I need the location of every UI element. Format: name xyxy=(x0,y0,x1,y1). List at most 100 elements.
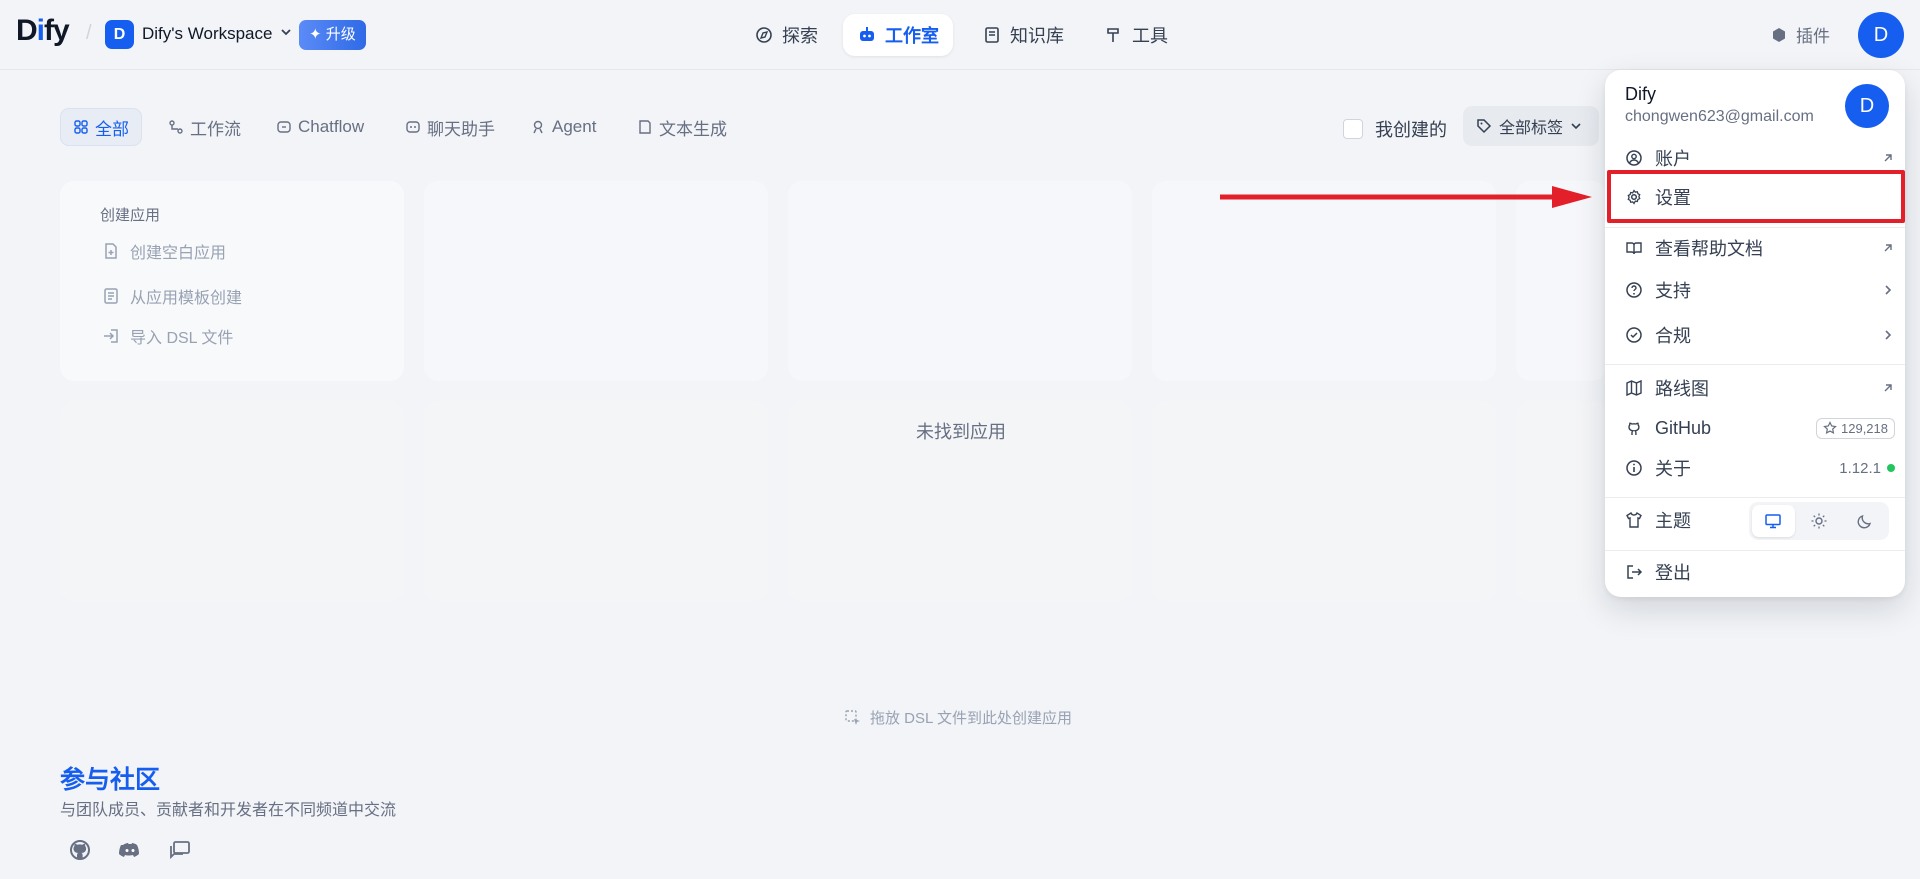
theme-toggle-group xyxy=(1749,502,1889,540)
annotation-arrow xyxy=(1220,186,1592,208)
info-icon xyxy=(1626,460,1642,476)
theme-light-button[interactable] xyxy=(1798,505,1841,537)
menu-item-theme-label: 主题 xyxy=(1655,511,1691,531)
menu-divider xyxy=(1605,497,1905,498)
created-by-me-label: 我创建的 xyxy=(1375,120,1447,140)
check-circle-icon xyxy=(1626,327,1642,343)
menu-item-about[interactable]: 关于 1.12.1 xyxy=(1625,454,1895,482)
tab-chat-assistant-label: 聊天助手 xyxy=(427,119,495,139)
github-icon xyxy=(1628,422,1640,435)
dsl-drop-hint: 拖放 DSL 文件到此处创建应用 xyxy=(844,707,1072,728)
sun-icon xyxy=(1811,513,1827,529)
nav-tools-label: 工具 xyxy=(1132,26,1168,46)
nav-studio[interactable]: 工作室 xyxy=(843,14,953,56)
app-card-placeholder xyxy=(60,401,404,601)
tab-text-generation-label: 文本生成 xyxy=(659,119,727,139)
theme-system-button[interactable] xyxy=(1752,505,1795,537)
menu-item-docs[interactable]: 查看帮助文档 xyxy=(1625,234,1895,262)
discord-icon[interactable] xyxy=(118,838,142,862)
create-app-title: 创建应用 xyxy=(100,207,161,224)
created-by-me-checkbox[interactable] xyxy=(1343,119,1363,139)
tab-all[interactable]: 全部 xyxy=(60,108,142,146)
app-card-placeholder xyxy=(1516,401,1606,601)
menu-divider xyxy=(1605,550,1905,551)
account-dropdown-menu: Dify chongwen623@gmail.com D 账户 设置 查看帮助文… xyxy=(1605,70,1905,597)
breadcrumb-separator: / xyxy=(86,22,92,44)
tab-agent[interactable]: Agent xyxy=(518,108,608,146)
tab-text-generation[interactable]: 文本生成 xyxy=(625,108,739,146)
github-stars-badge: 129,218 xyxy=(1816,417,1895,439)
nav-tools[interactable]: 工具 xyxy=(1090,14,1182,56)
help-circle-icon xyxy=(1626,282,1642,298)
menu-user-email: chongwen623@gmail.com xyxy=(1625,108,1814,125)
upgrade-button[interactable]: ✦ 升级 xyxy=(299,20,366,50)
create-blank-app-label: 创建空白应用 xyxy=(130,245,227,262)
monitor-icon xyxy=(1765,514,1782,529)
external-link-icon xyxy=(1884,384,1892,392)
chevron-down-icon[interactable] xyxy=(278,24,294,40)
app-card-placeholder xyxy=(424,181,768,381)
menu-item-docs-label: 查看帮助文档 xyxy=(1655,239,1763,259)
forum-icon[interactable] xyxy=(168,838,192,862)
nav-knowledge-label: 知识库 xyxy=(1010,26,1064,46)
robot-icon xyxy=(860,27,874,41)
menu-divider xyxy=(1605,227,1905,228)
menu-item-about-label: 关于 xyxy=(1655,459,1691,479)
menu-item-support[interactable]: 支持 xyxy=(1625,276,1895,304)
star-icon xyxy=(1823,421,1837,435)
settings-highlight-box xyxy=(1607,170,1905,223)
menu-item-roadmap[interactable]: 路线图 xyxy=(1625,374,1895,402)
tab-agent-label: Agent xyxy=(552,117,597,136)
workflow-icon xyxy=(169,120,183,134)
github-icon[interactable] xyxy=(68,838,92,862)
created-by-me-filter[interactable]: 我创建的 xyxy=(1343,116,1447,142)
create-blank-app[interactable]: 创建空白应用 xyxy=(102,239,226,263)
menu-item-github[interactable]: GitHub 129,218 xyxy=(1625,414,1895,442)
menu-item-compliance-label: 合规 xyxy=(1655,326,1691,346)
workspace-badge[interactable]: D xyxy=(105,20,134,49)
dsl-drop-hint-label: 拖放 DSL 文件到此处创建应用 xyxy=(870,710,1072,727)
hammer-icon xyxy=(1107,28,1119,42)
user-avatar[interactable]: D xyxy=(1858,12,1904,58)
theme-dark-button[interactable] xyxy=(1843,505,1886,537)
dify-logo[interactable]: Dify xyxy=(16,14,70,48)
tab-chatflow[interactable]: Chatflow xyxy=(264,108,376,146)
agent-icon xyxy=(533,120,543,134)
menu-user-name: Dify xyxy=(1625,84,1656,104)
create-from-template[interactable]: 从应用模板创建 xyxy=(102,284,242,308)
menu-item-logout[interactable]: 登出 xyxy=(1625,558,1895,586)
chevron-right-icon xyxy=(1885,330,1892,340)
open-book-icon xyxy=(1626,242,1642,255)
chat-bubble-icon xyxy=(277,121,291,133)
tab-workflow[interactable]: 工作流 xyxy=(156,108,253,146)
tab-all-label: 全部 xyxy=(95,119,129,139)
upgrade-label: 升级 xyxy=(325,26,356,43)
compass-icon xyxy=(756,27,772,43)
template-icon xyxy=(104,288,118,304)
tab-chat-assistant[interactable]: 聊天助手 xyxy=(393,108,507,146)
menu-item-compliance[interactable]: 合规 xyxy=(1625,321,1895,349)
top-header: Dify / D Dify's Workspace ✦ 升级 探索 工作室 知识… xyxy=(0,0,1920,70)
menu-item-account[interactable]: 账户 xyxy=(1625,144,1895,172)
app-card-placeholder xyxy=(788,181,1132,381)
tshirt-icon xyxy=(1626,511,1642,528)
empty-state-message: 未找到应用 xyxy=(916,422,1006,442)
tag-filter-dropdown[interactable]: 全部标签 xyxy=(1463,106,1599,146)
drag-drop-icon xyxy=(845,709,860,725)
menu-item-support-label: 支持 xyxy=(1655,281,1691,301)
import-dsl-file[interactable]: 导入 DSL 文件 xyxy=(102,324,233,348)
chevron-right-icon xyxy=(1885,285,1892,295)
external-link-icon xyxy=(1884,244,1892,252)
app-card-placeholder xyxy=(424,401,768,601)
import-icon xyxy=(104,329,118,343)
community-subtitle: 与团队成员、贡献者和开发者在不同频道中交流 xyxy=(60,802,397,819)
nav-explore[interactable]: 探索 xyxy=(740,14,832,56)
nav-knowledge[interactable]: 知识库 xyxy=(968,14,1078,56)
chevron-down-icon xyxy=(1571,123,1581,130)
file-plus-icon xyxy=(105,243,117,259)
external-link-icon xyxy=(1884,154,1892,162)
version-label: 1.12.1 xyxy=(1839,459,1881,477)
workspace-name[interactable]: Dify's Workspace xyxy=(142,24,272,44)
grid-icon xyxy=(74,120,88,134)
plugins-button[interactable]: 插件 xyxy=(1770,22,1830,47)
